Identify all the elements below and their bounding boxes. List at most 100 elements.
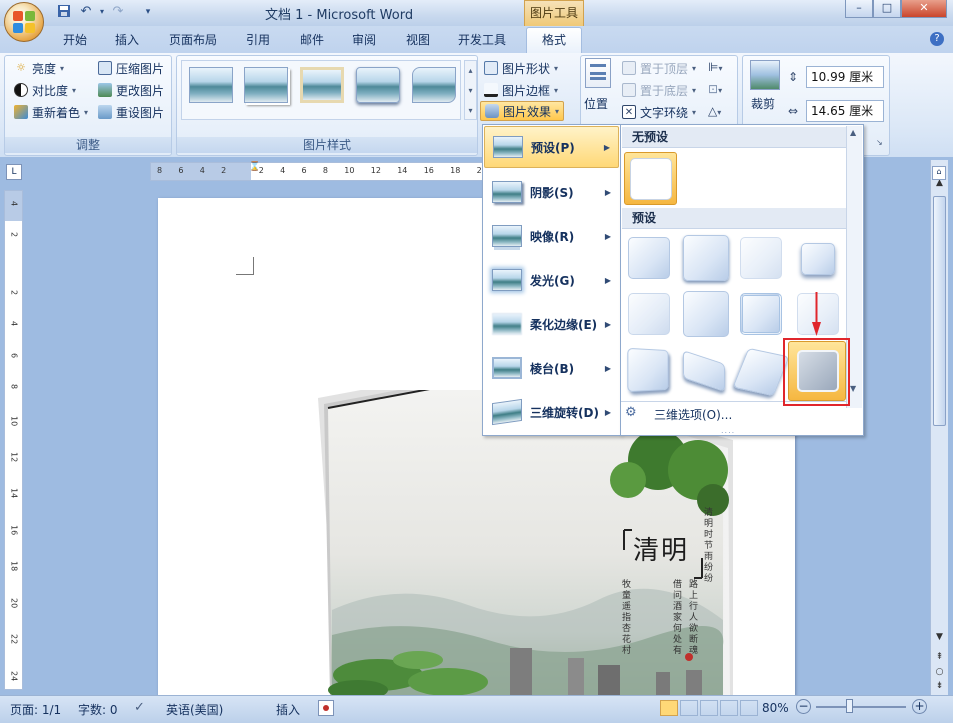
menu-item-reflection[interactable]: 映像(R) ▶ — [484, 215, 619, 257]
browse-object-icon[interactable]: ○ — [932, 667, 947, 681]
preset-option-6[interactable] — [683, 291, 729, 337]
text-wrap-button[interactable]: ✕ 文字环绕 ▾ — [622, 102, 696, 122]
help-icon[interactable]: ? — [930, 32, 944, 46]
style-thumbnail-4[interactable] — [356, 67, 400, 103]
ruler-tick-label: 18 — [9, 561, 19, 572]
resize-grip-icon[interactable]: .... — [721, 426, 735, 435]
ruler-tick-label: 16 — [423, 166, 434, 175]
menu-item-bevel[interactable]: 棱台(B) ▶ — [484, 347, 619, 389]
view-ruler-icon[interactable]: ⌂ — [932, 166, 946, 180]
insert-mode[interactable]: 插入 — [276, 701, 300, 718]
height-input[interactable]: 10.99 厘米 — [806, 66, 884, 88]
indent-marker-icon[interactable]: ⌛ — [249, 162, 260, 182]
draft-view-icon[interactable] — [740, 700, 758, 716]
maximize-button[interactable]: □ — [873, 0, 901, 18]
menu-item-preset[interactable]: 预设(P) ▶ — [484, 126, 619, 168]
width-input[interactable]: 14.65 厘米 — [806, 100, 884, 122]
ruler-tick-label: 14 — [9, 488, 19, 499]
contrast-button[interactable]: 对比度 ▾ — [14, 80, 76, 100]
compress-pictures-button[interactable]: 压缩图片 — [98, 58, 164, 78]
3d-options-menu-item[interactable]: 三维选项(O)... — [654, 406, 732, 423]
zoom-out-icon[interactable]: − — [796, 699, 811, 714]
position-icon — [585, 58, 611, 88]
recolor-button[interactable]: 重新着色 ▾ — [14, 102, 88, 122]
tab-insert[interactable]: 插入 — [104, 30, 150, 52]
office-button[interactable] — [4, 2, 44, 42]
undo-icon[interactable]: ↶ — [78, 4, 94, 20]
style-thumbnail-1[interactable] — [189, 67, 233, 103]
zoom-slider[interactable] — [816, 706, 906, 708]
rotate-icon[interactable]: △▾ — [708, 104, 728, 120]
menu-item-shadow[interactable]: 阴影(S) ▶ — [484, 171, 619, 213]
preset-option-4[interactable] — [801, 243, 835, 275]
tab-mailings[interactable]: 邮件 — [290, 30, 334, 52]
scroll-up-icon[interactable]: ▲ — [932, 178, 947, 194]
menu-item-3d-rotation[interactable]: 三维旋转(D) ▶ — [484, 391, 619, 433]
proofing-icon[interactable]: ✓ — [134, 700, 145, 715]
preset-option-9[interactable] — [627, 347, 669, 393]
change-picture-button[interactable]: 更改图片 — [98, 80, 164, 100]
picture-effects-button[interactable]: 图片效果 ▾ — [480, 101, 565, 121]
menu-item-soft-edges[interactable]: 柔化边缘(E) ▶ — [484, 303, 619, 345]
undo-dropdown-icon[interactable]: ▾ — [94, 4, 110, 20]
preset-option-1[interactable] — [628, 237, 670, 279]
macro-record-icon[interactable] — [318, 700, 334, 716]
zoom-in-icon[interactable]: + — [912, 699, 927, 714]
preset-option-10[interactable] — [683, 350, 725, 392]
previous-page-icon[interactable]: ⇞ — [932, 652, 947, 666]
customize-toolbar-icon[interactable]: ▾ — [140, 4, 156, 20]
print-layout-view-icon[interactable] — [660, 700, 678, 716]
submenu-scroll-up-icon[interactable]: ▲ — [850, 128, 856, 137]
tab-selector[interactable]: L — [6, 164, 22, 180]
group-icon[interactable]: ⊡▾ — [708, 82, 728, 98]
brightness-button[interactable]: ☼ 亮度 ▾ — [14, 58, 64, 78]
size-dialog-launcher-icon[interactable]: ↘ — [876, 138, 886, 148]
tab-developer[interactable]: 开发工具 — [448, 30, 516, 52]
style-thumbnail-3[interactable] — [300, 67, 344, 103]
word-count[interactable]: 字数: 0 — [78, 701, 118, 718]
style-thumbnail-2[interactable] — [244, 67, 288, 103]
ruler-tick-label: 8 — [157, 166, 163, 175]
tab-format[interactable]: 格式 — [526, 27, 582, 54]
full-screen-view-icon[interactable] — [680, 700, 698, 716]
scroll-down-icon[interactable]: ▼ — [932, 632, 947, 648]
preset-option-11[interactable] — [732, 347, 790, 397]
picture-shape-button[interactable]: 图片形状 ▾ — [484, 58, 558, 78]
menu-item-glow[interactable]: 发光(G) ▶ — [484, 259, 619, 301]
send-to-back-button[interactable]: 置于底层 ▾ — [622, 80, 696, 100]
save-icon[interactable] — [56, 4, 72, 20]
gallery-scroll[interactable]: ▴ ▾ ▾ — [464, 60, 477, 120]
minimize-button[interactable]: – — [845, 0, 873, 18]
tab-references[interactable]: 引用 — [236, 30, 280, 52]
picture-border-button[interactable]: 图片边框 ▾ — [484, 80, 558, 100]
outline-view-icon[interactable] — [720, 700, 738, 716]
position-button[interactable]: 位置 — [584, 95, 608, 112]
submenu-scroll-down-icon[interactable]: ▼ — [850, 384, 856, 393]
language-indicator[interactable]: 英语(美国) — [166, 701, 223, 718]
inserted-picture[interactable]: 清明 清明时节雨纷纷 路上行人欲断魂 借问酒家何处有 牧童遥指杏花村 — [318, 370, 738, 700]
tab-home[interactable]: 开始 — [52, 30, 98, 52]
bring-to-front-button[interactable]: 置于顶层 ▾ — [622, 58, 696, 78]
preset-option-3[interactable] — [740, 237, 782, 279]
page-counter[interactable]: 页面: 1/1 — [10, 701, 61, 718]
web-layout-view-icon[interactable] — [700, 700, 718, 716]
ruler-tick-label: 22 — [9, 634, 19, 645]
tab-view[interactable]: 视图 — [396, 30, 440, 52]
zoom-slider-thumb[interactable] — [846, 699, 853, 713]
vertical-scrollbar[interactable]: ▲ ▼ ⇞ ○ ⇟ — [930, 160, 948, 696]
tab-review[interactable]: 审阅 — [342, 30, 386, 52]
next-page-icon[interactable]: ⇟ — [932, 681, 947, 695]
style-thumbnail-5[interactable] — [412, 67, 456, 103]
preset-option-7[interactable] — [740, 293, 782, 335]
preset-option-5[interactable] — [628, 293, 670, 335]
align-icon[interactable]: ⊫▾ — [708, 60, 728, 76]
reset-picture-button[interactable]: 重设图片 — [98, 102, 164, 122]
scroll-thumb[interactable] — [933, 196, 946, 426]
zoom-level[interactable]: 80% — [762, 701, 789, 715]
redo-icon[interactable]: ↷ — [110, 4, 126, 20]
tab-page-layout[interactable]: 页面布局 — [160, 30, 226, 52]
preset-option-2[interactable] — [683, 235, 729, 281]
no-preset-option[interactable] — [624, 152, 677, 205]
crop-button[interactable]: 裁剪 — [751, 95, 775, 112]
close-button[interactable]: ✕ — [901, 0, 947, 18]
